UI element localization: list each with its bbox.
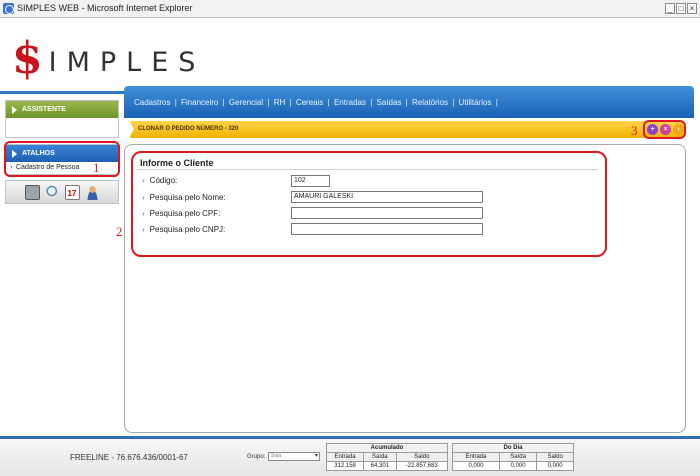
menu-separator: | bbox=[327, 98, 330, 107]
menu-entradas[interactable]: Entradas bbox=[334, 98, 366, 107]
header-arrow-icon bbox=[129, 121, 134, 138]
dodia-entrada: 0,000 bbox=[452, 461, 500, 471]
acumulado-header-entrada: Entrada bbox=[325, 452, 365, 462]
menu-cadastros[interactable]: Cadastros bbox=[134, 98, 170, 107]
page-header-bar: CLONAR O PEDIDO NÚMERO - 320 bbox=[129, 121, 684, 138]
top-nav: Cadastros | Financeiro | Gerencial | RH … bbox=[124, 86, 694, 118]
menu-separator: | bbox=[174, 98, 177, 107]
tools-panel: 17 bbox=[5, 180, 119, 204]
annotation-number-3: 3 bbox=[631, 123, 638, 138]
user-icon[interactable] bbox=[84, 184, 100, 200]
assistente-panel: ASSISTENTE bbox=[5, 100, 119, 138]
maximize-button[interactable]: □ bbox=[676, 3, 686, 14]
menu-separator: | bbox=[222, 98, 225, 107]
annotation-box-2 bbox=[131, 151, 607, 257]
menu-separator: | bbox=[452, 98, 455, 107]
minimize-button[interactable]: _ bbox=[665, 3, 675, 14]
annotation-number-1: 1 bbox=[93, 160, 100, 175]
page-title: CLONAR O PEDIDO NÚMERO - 320 bbox=[138, 126, 239, 132]
window-titlebar: SIMPLES WEB - Microsoft Internet Explore… bbox=[0, 0, 700, 18]
search-icon[interactable] bbox=[44, 184, 60, 200]
logo-dollar: $ bbox=[12, 33, 43, 84]
menu-separator: | bbox=[370, 98, 373, 107]
menu-separator: | bbox=[405, 98, 408, 107]
assistente-header[interactable]: ASSISTENTE bbox=[6, 101, 118, 118]
menu-utilitarios[interactable]: Utilitários bbox=[459, 98, 492, 107]
dodia-saldo: 0,000 bbox=[536, 461, 574, 471]
acumulado-header-saida: Saída bbox=[363, 452, 397, 462]
grupo-label: Grupo: bbox=[247, 454, 266, 460]
dodia-header-entrada: Entrada bbox=[452, 452, 500, 462]
logo-text: IMPLES bbox=[48, 46, 206, 78]
status-footer: FREELINE - 76.676.436/0001-67 Grupo: Soj… bbox=[0, 436, 700, 476]
grupo-select[interactable]: Soja bbox=[268, 452, 320, 461]
close-button[interactable]: × bbox=[687, 3, 697, 14]
calculator-icon[interactable] bbox=[24, 184, 40, 200]
ie-icon bbox=[3, 3, 14, 14]
acumulado-saldo: -22.857,683 bbox=[395, 461, 449, 471]
acumulado-saida: 64,301 bbox=[363, 461, 397, 471]
window-title: SIMPLES WEB - Microsoft Internet Explore… bbox=[17, 3, 193, 13]
app-logo: $ IMPLES bbox=[12, 36, 205, 82]
window-controls: _ □ × bbox=[665, 3, 697, 14]
nav-strip bbox=[0, 91, 124, 94]
company-info: FREELINE - 76.676.436/0001-67 bbox=[70, 453, 188, 462]
annotation-number-2: 2 bbox=[116, 224, 123, 239]
dodia-header-saida: Saída bbox=[498, 452, 538, 462]
dodia-saida: 0,000 bbox=[498, 461, 538, 471]
menu-gerencial[interactable]: Gerencial bbox=[229, 98, 263, 107]
acumulado-entrada: 312,158 bbox=[325, 461, 365, 471]
menu-separator: | bbox=[267, 98, 270, 107]
dodia-title: Do Dia bbox=[452, 443, 574, 453]
menu-saidas[interactable]: Saídas bbox=[377, 98, 402, 107]
menu-cereais[interactable]: Cereais bbox=[296, 98, 324, 107]
menu-separator: | bbox=[289, 98, 292, 107]
menu-separator: | bbox=[495, 98, 498, 107]
acumulado-title: Acumulado bbox=[326, 443, 448, 453]
dodia-header-saldo: Saldo bbox=[536, 452, 574, 462]
menu-bar: Cadastros | Financeiro | Gerencial | RH … bbox=[134, 98, 500, 107]
acumulado-table: Acumulado Entrada Saída Saldo 312,158 64… bbox=[325, 443, 449, 471]
annotation-box-1 bbox=[4, 141, 120, 177]
menu-financeiro[interactable]: Financeiro bbox=[181, 98, 218, 107]
acumulado-header-saldo: Saldo bbox=[395, 452, 449, 462]
annotation-box-3 bbox=[643, 120, 686, 139]
calendar-icon[interactable]: 17 bbox=[64, 184, 80, 200]
menu-rh[interactable]: RH bbox=[274, 98, 286, 107]
menu-relatorios[interactable]: Relatórios bbox=[412, 98, 448, 107]
dodia-table: Do Dia Entrada Saída Saldo 0,000 0,000 0… bbox=[452, 443, 574, 471]
